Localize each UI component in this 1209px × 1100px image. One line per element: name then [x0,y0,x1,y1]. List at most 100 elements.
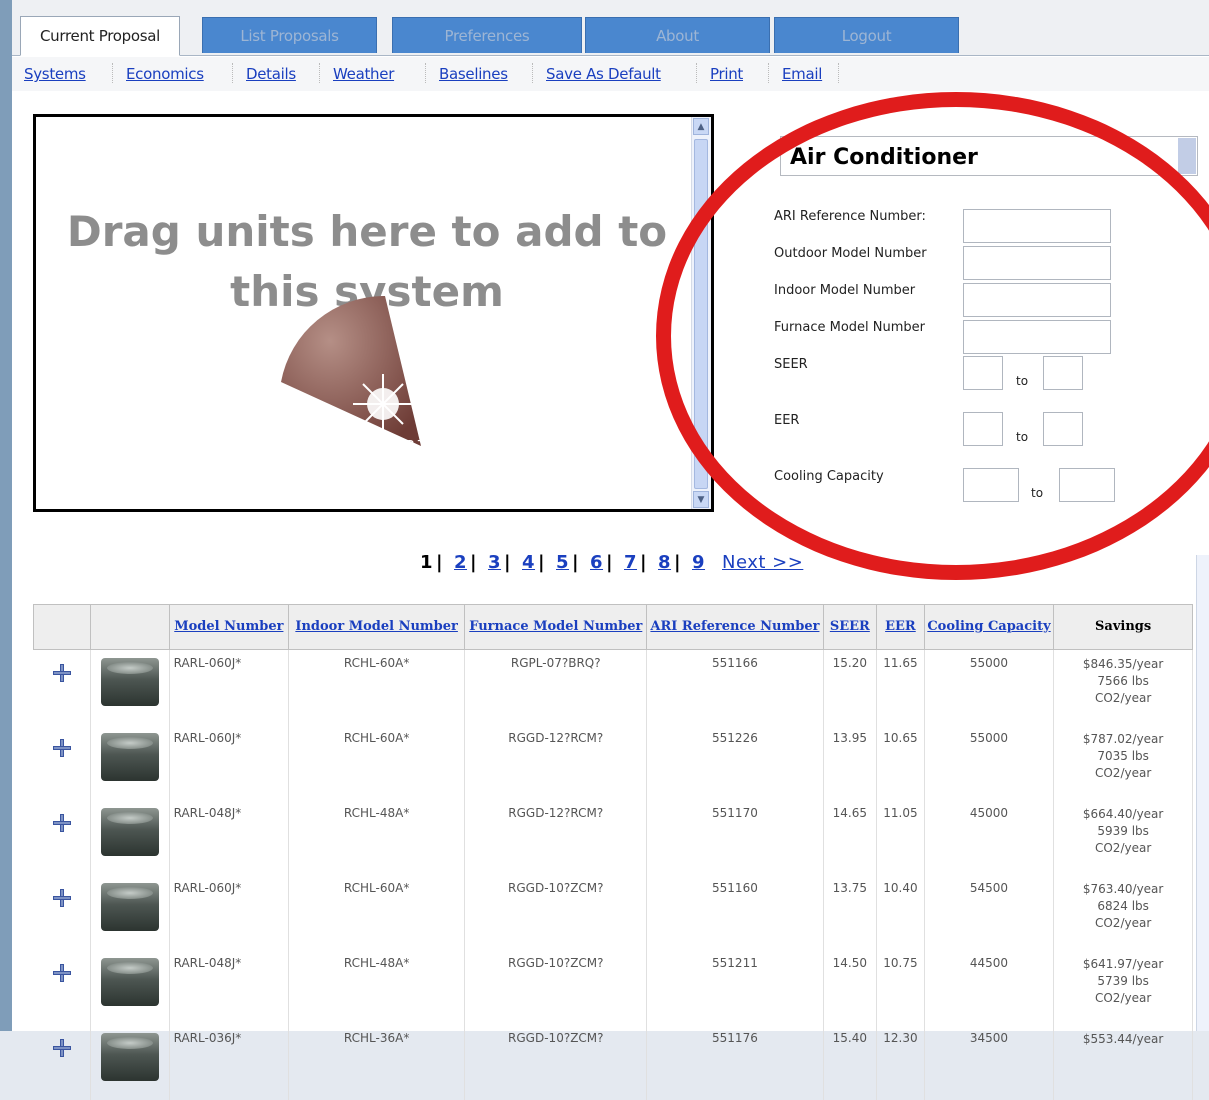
nav-separator [532,63,534,83]
header-savings: Savings [1053,604,1193,650]
scroll-up-icon[interactable]: ▲ [693,118,709,135]
header-indoor-model[interactable]: Indoor Model Number [288,604,466,650]
tab-logout[interactable]: Logout [774,17,959,53]
ac-unit-icon[interactable] [100,733,159,781]
pager-separator: | [504,552,512,573]
cell-model-number: RARL-060J* [169,875,290,950]
nav-weather[interactable]: Weather [333,65,394,83]
add-unit-button[interactable] [33,1025,91,1100]
cell-cooling-capacity: 55000 [924,649,1055,725]
cell-seer: 15.20 [823,649,878,725]
header-ari-reference[interactable]: ARI Reference Number [646,604,824,650]
nav-print[interactable]: Print [710,65,743,83]
nav-email[interactable]: Email [782,65,822,83]
header-eer[interactable]: EER [876,604,925,650]
window-left-border [0,0,12,1031]
scroll-down-icon[interactable]: ▼ [693,491,709,508]
tab-bar: Current Proposal List Proposals Preferen… [12,0,1209,56]
page-link-5[interactable]: 5 [556,552,569,573]
page-current: 1 [420,552,434,573]
cell-savings: $846.35/year 7566 lbs CO2/year [1053,649,1193,725]
nav-save-as-default[interactable]: Save As Default [546,65,661,83]
ac-unit-icon[interactable] [100,1033,159,1081]
savings-line: $641.97/year [1082,957,1164,971]
dropdown-arrow-icon[interactable] [1178,138,1196,174]
table-row: RARL-060J* RCHL-60A* RGGD-12?RCM? 551226 13.… [33,725,1193,800]
ac-unit-icon[interactable] [100,883,159,931]
next-page-link[interactable]: Next >> [722,552,803,573]
unit-image [90,800,170,875]
add-plus-icon[interactable] [52,964,71,982]
ac-unit-icon[interactable] [100,958,159,1006]
nav-details[interactable]: Details [246,65,296,83]
tab-preferences[interactable]: Preferences [392,17,582,53]
tab-list-proposals[interactable]: List Proposals [202,17,377,53]
nav-economics[interactable]: Economics [126,65,204,83]
nav-systems[interactable]: Systems [24,65,86,83]
add-plus-icon[interactable] [52,889,71,907]
page-link-6[interactable]: 6 [590,552,603,573]
page-link-3[interactable]: 3 [488,552,501,573]
nav-baselines[interactable]: Baselines [439,65,508,83]
page-link-4[interactable]: 4 [522,552,535,573]
cell-ari-reference: 551170 [646,800,824,875]
add-unit-button[interactable] [33,950,91,1025]
cell-savings: $664.40/year 5939 lbs CO2/year [1053,800,1193,875]
add-plus-icon[interactable] [52,664,71,682]
cell-seer: 14.65 [823,800,878,875]
tab-current-proposal[interactable]: Current Proposal [20,16,180,56]
add-unit-button[interactable] [33,649,91,725]
cell-cooling-capacity: 44500 [924,950,1055,1025]
unit-image [90,1025,170,1100]
cell-model-number: RARL-036J* [169,1025,290,1100]
tab-about[interactable]: About [585,17,770,53]
pager-separator: | [538,552,546,573]
cell-cooling-capacity: 54500 [924,875,1055,950]
results-table: Model Number Indoor Model Number Furnace… [33,604,1193,1100]
cell-cooling-capacity: 34500 [924,1025,1055,1100]
add-unit-button[interactable] [33,875,91,950]
savings-line: $787.02/year [1082,732,1164,746]
pager-separator: | [674,552,682,573]
cell-savings: $553.44/year [1053,1025,1193,1100]
cell-eer: 11.65 [876,649,925,725]
cell-savings: $763.40/year 6824 lbs CO2/year [1053,875,1193,950]
add-unit-button[interactable] [33,725,91,800]
add-unit-button[interactable] [33,800,91,875]
unit-image [90,649,170,725]
add-plus-icon[interactable] [52,1039,71,1057]
cell-indoor-model: RCHL-48A* [288,950,466,1025]
add-plus-icon[interactable] [52,739,71,757]
page-scrollbar[interactable] [1196,555,1209,1031]
unit-image [90,725,170,800]
add-plus-icon[interactable] [52,814,71,832]
pager-separator: | [436,552,444,573]
header-furnace-model[interactable]: Furnace Model Number [464,604,648,650]
cell-eer: 10.65 [876,725,925,800]
savings-line: $846.35/year [1082,657,1164,671]
page-link-7[interactable]: 7 [624,552,637,573]
cell-seer: 13.75 [823,875,878,950]
savings-line: 7035 lbs [1097,749,1149,763]
header-image [89,604,170,650]
header-cooling-capacity[interactable]: Cooling Capacity [923,604,1055,650]
sub-navigation: Systems Economics Details Weather Baseli… [12,57,1209,91]
cell-savings: $787.02/year 7035 lbs CO2/year [1053,725,1193,800]
table-header-row: Model Number Indoor Model Number Furnace… [33,604,1193,650]
cell-eer: 12.30 [876,1025,925,1100]
cell-savings: $641.97/year 5739 lbs CO2/year [1053,950,1193,1025]
ac-unit-icon[interactable] [100,658,159,706]
table-row: RARL-036J* RCHL-36A* RGGD-10?ZCM? 551176 15.… [33,1025,1193,1100]
page-link-2[interactable]: 2 [454,552,467,573]
cell-model-number: RARL-048J* [169,950,290,1025]
header-seer[interactable]: SEER [822,604,878,650]
header-model-number[interactable]: Model Number [168,604,290,650]
pager-separator: | [470,552,478,573]
savings-line: 5939 lbs [1097,824,1149,838]
nav-separator [112,63,114,83]
cell-seer: 14.50 [823,950,878,1025]
page-link-9[interactable]: 9 [692,552,705,573]
cell-model-number: RARL-048J* [169,800,290,875]
ac-unit-icon[interactable] [100,808,159,856]
page-link-8[interactable]: 8 [658,552,671,573]
